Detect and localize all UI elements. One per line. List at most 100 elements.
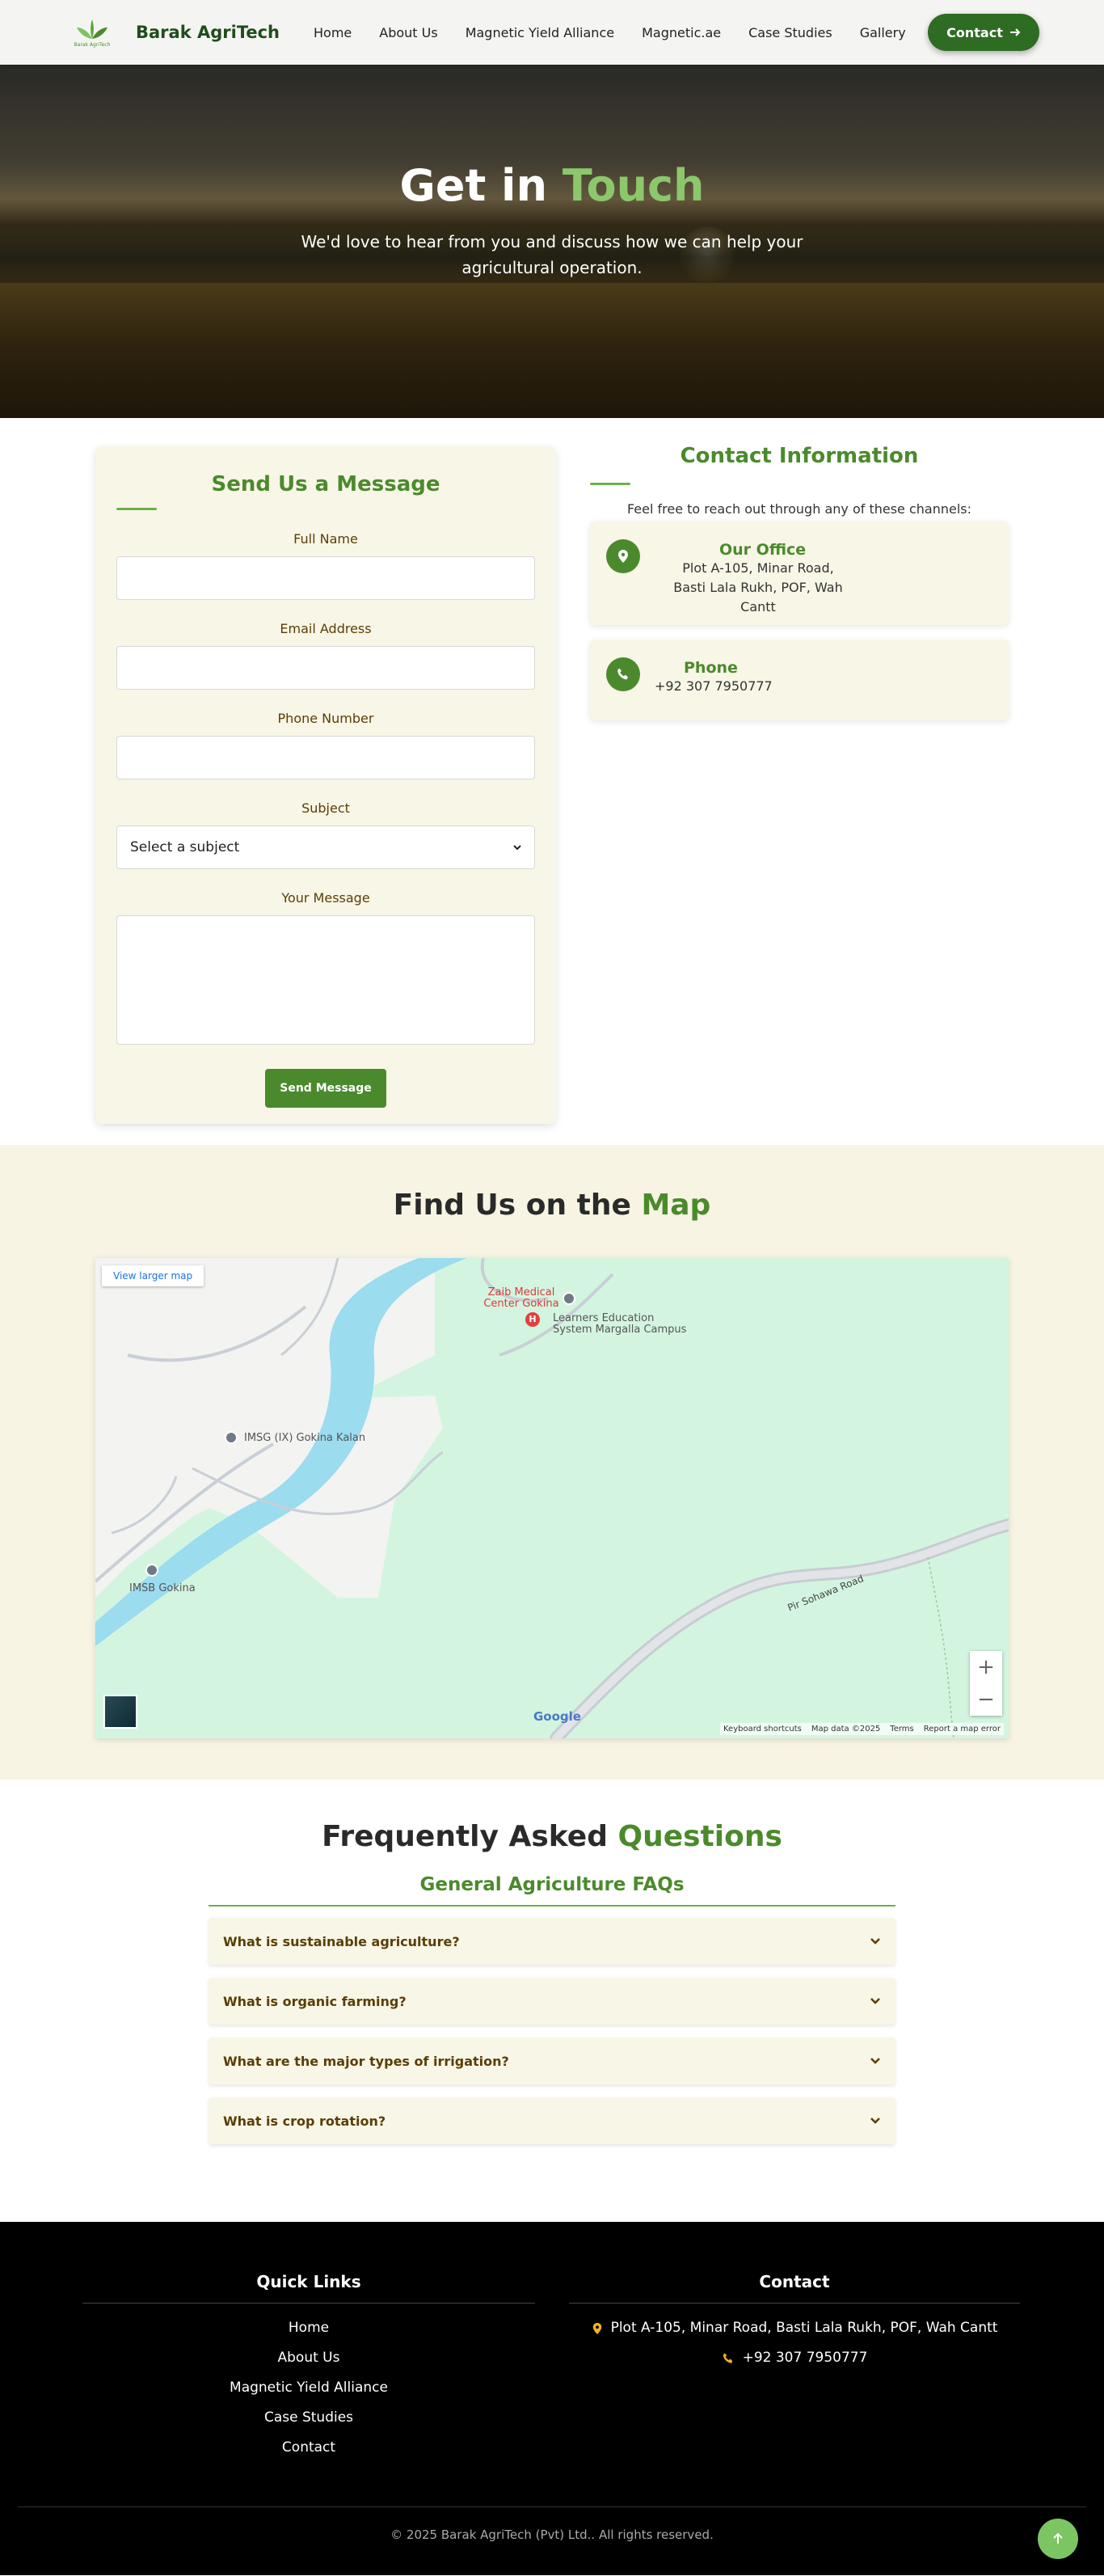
faq-item-crop-rotation[interactable]: What is crop rotation? bbox=[209, 2097, 895, 2144]
full-name-input[interactable] bbox=[116, 556, 535, 600]
brand-logo[interactable]: Barak AgriTech bbox=[71, 13, 113, 52]
logo-caption: Barak AgriTech bbox=[74, 41, 111, 48]
phone-icon bbox=[723, 2352, 732, 2363]
zoom-controls: + − bbox=[970, 1651, 1002, 1716]
faq-item-sustainable[interactable]: What is sustainable agriculture? bbox=[209, 1918, 895, 1965]
footer-link-about-us[interactable]: About Us bbox=[82, 2343, 535, 2373]
faq-item-irrigation[interactable]: What are the major types of irrigation? bbox=[209, 2038, 895, 2084]
hero-title-accent: Touch bbox=[562, 160, 705, 211]
nav-gallery[interactable]: Gallery bbox=[860, 25, 906, 40]
school-marker-icon[interactable] bbox=[225, 1431, 238, 1444]
terms-link[interactable]: Terms bbox=[890, 1725, 913, 1734]
phone-title: Phone bbox=[684, 659, 738, 677]
faq-item-organic[interactable]: What is organic farming? bbox=[209, 1978, 895, 2025]
full-name-label: Full Name bbox=[293, 531, 358, 547]
phone-label: Phone Number bbox=[277, 711, 374, 726]
map-title-plain: Find Us on the bbox=[393, 1189, 631, 1222]
view-larger-map-link[interactable]: View larger map bbox=[102, 1265, 204, 1286]
form-title: Send Us a Message bbox=[211, 472, 440, 496]
faq-question: What is organic farming? bbox=[223, 1993, 407, 2009]
school-marker-icon[interactable] bbox=[145, 1564, 158, 1577]
zoom-in-button[interactable]: + bbox=[970, 1651, 1002, 1683]
hero-subtitle: We'd love to hear from you and discuss h… bbox=[301, 232, 803, 277]
subject-selected-value: Select a subject bbox=[130, 839, 240, 855]
phone-card: Phone +92 307 7950777 bbox=[590, 640, 1009, 720]
nav-about-us[interactable]: About Us bbox=[379, 25, 437, 40]
message-group: Your Message bbox=[116, 890, 535, 1048]
send-message-button[interactable]: Send Message bbox=[265, 1069, 386, 1108]
google-logo: Google bbox=[533, 1709, 581, 1724]
phone-input[interactable] bbox=[116, 736, 535, 779]
footer-contact-title: Contact bbox=[759, 2272, 830, 2291]
footer-quick-links: Quick Links Home About Us Magnetic Yield… bbox=[82, 2272, 535, 2463]
brand-name[interactable]: Barak AgriTech bbox=[136, 23, 280, 42]
poi-zaib-medical[interactable]: Zaib Medical Center Gokina bbox=[477, 1287, 566, 1310]
footer-bottom-divider bbox=[18, 2506, 1086, 2507]
footer-link-contact[interactable]: Contact bbox=[82, 2433, 535, 2463]
satellite-layer-toggle[interactable] bbox=[103, 1695, 137, 1729]
footer-address-row: Plot A-105, Minar Road, Basti Lala Rukh,… bbox=[569, 2313, 1020, 2343]
keyboard-shortcuts-link[interactable]: Keyboard shortcuts bbox=[723, 1725, 802, 1734]
nav-case-studies[interactable]: Case Studies bbox=[748, 25, 832, 40]
nav-home[interactable]: Home bbox=[314, 25, 352, 40]
contact-button[interactable]: Contact bbox=[928, 14, 1039, 51]
email-label: Email Address bbox=[280, 621, 372, 636]
poi-imsb[interactable]: IMSB Gokina bbox=[129, 1583, 210, 1594]
hero-title-plain: Get in bbox=[399, 160, 548, 211]
map-terrain bbox=[95, 1258, 1009, 1738]
nav-magnetic-ae[interactable]: Magnetic.ae bbox=[642, 25, 721, 40]
subject-label: Subject bbox=[301, 800, 350, 816]
message-label: Your Message bbox=[281, 890, 370, 906]
footer-contact-divider bbox=[569, 2303, 1020, 2304]
arrow-up-icon bbox=[1053, 2532, 1063, 2544]
subject-select[interactable]: Select a subject bbox=[116, 826, 535, 869]
faq-category-title: General Agriculture FAQs bbox=[419, 1874, 685, 1895]
phone-group: Phone Number bbox=[116, 711, 535, 779]
school-marker-icon[interactable] bbox=[563, 1292, 575, 1305]
back-to-top-button[interactable] bbox=[1038, 2519, 1078, 2559]
subject-group: Subject Select a subject bbox=[116, 800, 535, 869]
phone-number[interactable]: +92 307 7950777 bbox=[655, 677, 862, 696]
location-pin-icon bbox=[592, 2322, 601, 2334]
poi-imsg-ix[interactable]: IMSG (IX) Gokina Kalan bbox=[244, 1433, 381, 1444]
hero-content: Get in Touch We'd love to hear from you … bbox=[0, 160, 1104, 281]
footer-link-home[interactable]: Home bbox=[82, 2313, 535, 2343]
embedded-map[interactable]: View larger map Zaib Medical Center Goki… bbox=[95, 1258, 1009, 1738]
map-section-title: Find Us on the Map bbox=[0, 1145, 1104, 1222]
faq-title: Frequently Asked Questions bbox=[0, 1780, 1104, 1853]
faq-section: Frequently Asked Questions General Agric… bbox=[0, 1780, 1104, 2222]
arrow-right-icon bbox=[1009, 28, 1021, 36]
hero-banner: Get in Touch We'd love to hear from you … bbox=[0, 65, 1104, 418]
report-error-link[interactable]: Report a map error bbox=[924, 1725, 1001, 1734]
faq-title-accent: Questions bbox=[617, 1820, 782, 1853]
contact-info-lead: Feel free to reach out through any of th… bbox=[626, 501, 972, 517]
footer-link-case-studies[interactable]: Case Studies bbox=[82, 2403, 535, 2433]
top-navbar: Barak AgriTech Barak AgriTech Home About… bbox=[0, 0, 1104, 65]
zoom-out-button[interactable]: − bbox=[970, 1683, 1002, 1716]
email-input[interactable] bbox=[116, 646, 535, 690]
faq-question: What is crop rotation? bbox=[223, 2113, 386, 2129]
faq-category-underline bbox=[209, 1905, 895, 1907]
office-title: Our Office bbox=[719, 541, 807, 559]
contact-button-label: Contact bbox=[946, 24, 1003, 40]
footer-contact-rows: Plot A-105, Minar Road, Basti Lala Rukh,… bbox=[569, 2313, 1020, 2373]
faq-question: What are the major types of irrigation? bbox=[223, 2053, 509, 2069]
hero-title: Get in Touch bbox=[0, 160, 1104, 211]
poi-learners-education[interactable]: Learners Education System Margalla Campu… bbox=[553, 1313, 695, 1336]
chevron-down-icon bbox=[870, 2118, 880, 2124]
office-address-line1: Plot A-105, Minar Road, bbox=[682, 560, 834, 576]
quick-links-list: Home About Us Magnetic Yield Alliance Ca… bbox=[82, 2313, 535, 2463]
footer-contact: Contact Plot A-105, Minar Road, Basti La… bbox=[569, 2272, 1020, 2373]
chevron-down-icon bbox=[870, 1938, 880, 1945]
site-footer: Quick Links Home About Us Magnetic Yield… bbox=[0, 2222, 1104, 2575]
message-textarea[interactable] bbox=[116, 915, 535, 1045]
nav-magnetic-yield-alliance[interactable]: Magnetic Yield Alliance bbox=[466, 25, 614, 40]
office-card: Our Office Plot A-105, Minar Road, Basti… bbox=[590, 522, 1009, 625]
footer-link-magnetic-yield-alliance[interactable]: Magnetic Yield Alliance bbox=[82, 2373, 535, 2403]
footer-phone[interactable]: +92 307 7950777 bbox=[743, 2343, 868, 2373]
hospital-marker-icon[interactable]: H bbox=[525, 1312, 540, 1327]
contact-section: Send Us a Message Full Name Email Addres… bbox=[0, 418, 1104, 1145]
quick-links-title: Quick Links bbox=[256, 2272, 361, 2291]
map-attribution: Keyboard shortcuts Map data ©2025 Terms … bbox=[720, 1723, 1004, 1735]
leaf-logo-icon bbox=[77, 19, 107, 39]
